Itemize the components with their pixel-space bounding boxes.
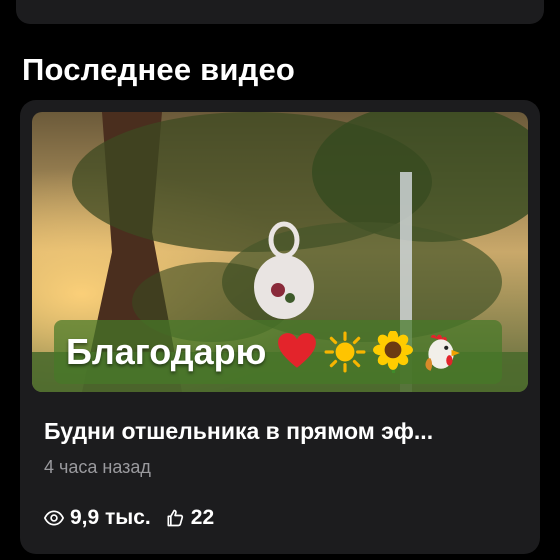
thumbnail-caption: Благодарю [66,331,267,372]
latest-video-card[interactable]: Благодарю Будни отшельника в прямом эф..… [20,100,540,554]
video-thumbnail[interactable]: Благодарю [32,112,528,392]
rooster-icon [425,334,461,371]
views-count: 9,9 тыс. [70,506,151,529]
video-stats: 9,9 тыс. 22 [44,506,228,530]
video-time-ago: 4 часа назад [44,457,151,477]
sunflower-icon [373,331,414,373]
thumbnail-caption-banner: Благодарю [54,320,502,384]
video-title[interactable]: Будни отшельника в прямом эф... [44,418,433,445]
heart-icon [278,333,317,368]
likes-count: 22 [190,506,215,529]
sun-icon [324,331,366,373]
previous-card[interactable] [16,0,544,24]
thumbs-up-icon[interactable] [165,508,185,528]
eye-icon [44,510,64,526]
section-title: Последнее видео [22,52,296,87]
